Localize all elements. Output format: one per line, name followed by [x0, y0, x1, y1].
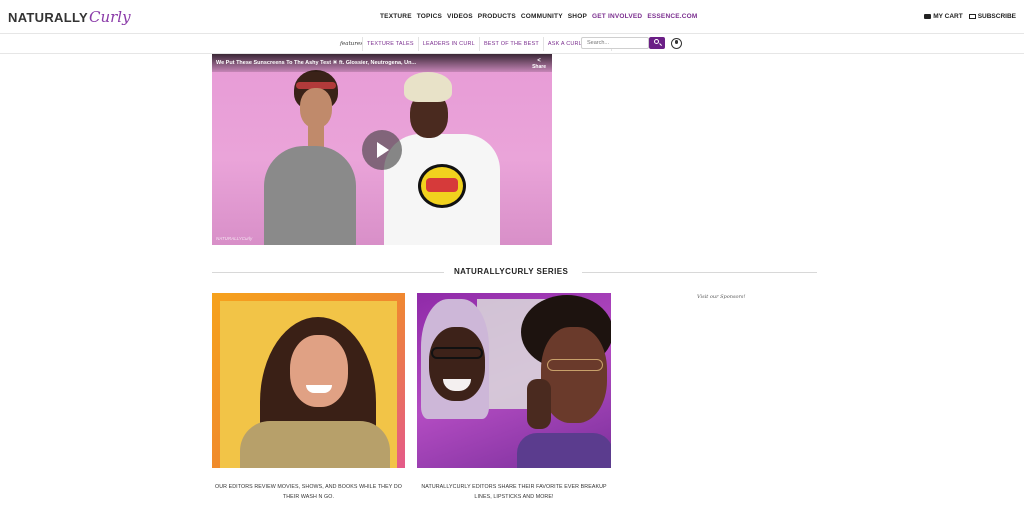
- cart-label: MY CART: [933, 13, 963, 20]
- card-2-caption[interactable]: NATURALLYCURLY EDITORS SHARE THEIR FAVOR…: [417, 482, 611, 502]
- logo-part2: Curly: [88, 8, 131, 26]
- cart-link[interactable]: MY CART: [924, 13, 963, 20]
- utility-nav: MY CART SUBSCRIBE: [924, 13, 1016, 20]
- video-watermark: NATURALLYCurly: [216, 236, 253, 241]
- play-button[interactable]: [362, 130, 402, 170]
- cart-icon: [924, 14, 932, 19]
- main-nav: TEXTURE TOPICS VIDEOS PRODUCTS COMMUNITY…: [380, 13, 698, 20]
- subscribe-link[interactable]: SUBSCRIBE: [968, 13, 1016, 20]
- card-1-caption[interactable]: OUR EDITORS REVIEW MOVIES, SHOWS, AND BO…: [212, 482, 405, 502]
- site-logo[interactable]: NATURALLY Curly: [8, 8, 131, 28]
- series-divider-right: [582, 272, 817, 273]
- series-divider-left: [212, 272, 444, 273]
- nav-texture[interactable]: TEXTURE: [380, 13, 412, 20]
- mail-icon: [968, 14, 976, 19]
- share-label: Share: [532, 64, 546, 70]
- top-header: NATURALLY Curly TEXTURE TOPICS VIDEOS PR…: [0, 0, 1024, 34]
- subnav-best-of-the-best[interactable]: BEST OF THE BEST: [478, 37, 543, 51]
- card-2-caption-line1: NATURALLYCURLY EDITORS SHARE THEIR FAVOR…: [421, 484, 607, 490]
- card-1-image: [220, 301, 397, 468]
- sub-header: features TEXTURE TALES LEADERS IN CURL B…: [0, 34, 1024, 54]
- nav-shop[interactable]: SHOP: [568, 13, 587, 20]
- logo-part1: NATURALLY: [8, 10, 88, 25]
- share-button[interactable]: < Share: [532, 58, 546, 70]
- search-input[interactable]: [581, 37, 649, 49]
- card-1-caption-line1: OUR EDITORS REVIEW MOVIES, SHOWS, AND BO…: [214, 484, 402, 490]
- video-player[interactable]: We Put These Sunscreens To The Ashy Test…: [212, 54, 552, 245]
- card-1-caption-line2: THEIR WASH N GO.: [282, 494, 335, 500]
- features-label: features: [340, 41, 364, 47]
- nav-community[interactable]: COMMUNITY: [521, 13, 563, 20]
- play-icon: [377, 142, 389, 158]
- account-icon[interactable]: [671, 38, 682, 49]
- subnav-texture-tales[interactable]: TEXTURE TALES: [362, 37, 418, 51]
- features-nav: TEXTURE TALES LEADERS IN CURL BEST OF TH…: [362, 37, 612, 51]
- video-title[interactable]: We Put These Sunscreens To The Ashy Test…: [216, 60, 416, 66]
- series-heading: NATURALLYCURLY SERIES: [454, 267, 569, 276]
- nav-videos[interactable]: VIDEOS: [447, 13, 473, 20]
- subscribe-label: SUBSCRIBE: [977, 13, 1016, 20]
- nav-get-involved[interactable]: GET INVOLVED: [592, 13, 642, 20]
- search-button[interactable]: [649, 37, 665, 49]
- series-card-1[interactable]: [212, 293, 405, 468]
- subnav-leaders-in-curl[interactable]: LEADERS IN CURL: [417, 37, 479, 51]
- nav-products[interactable]: PRODUCTS: [478, 13, 516, 20]
- nav-essence[interactable]: ESSENCE.COM: [647, 13, 697, 20]
- card-2-caption-line2: LINES, LIPSTICKS AND MORE!: [474, 494, 554, 500]
- nav-topics[interactable]: TOPICS: [417, 13, 442, 20]
- series-card-2[interactable]: [417, 293, 611, 468]
- sponsor-text[interactable]: Visit our Sponsors!: [697, 294, 746, 300]
